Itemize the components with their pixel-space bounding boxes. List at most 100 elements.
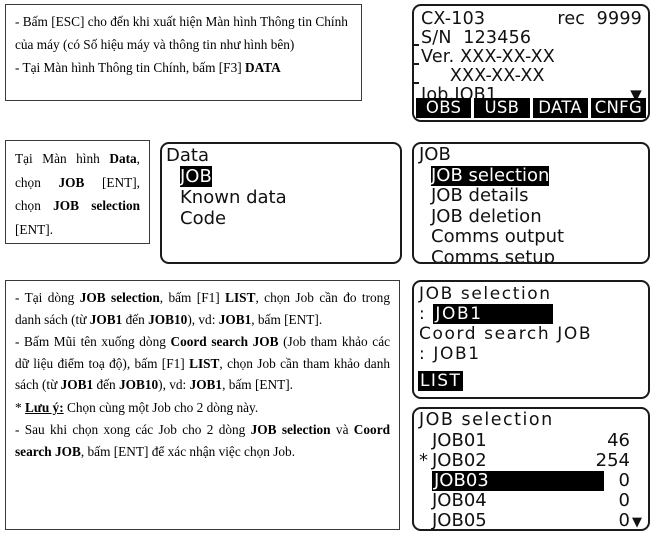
job-point-count: 254 (595, 450, 630, 471)
lcd-screen-main-info: CX-103 rec 9999 S/N 123456 Ver. XXX-XX-X… (412, 4, 650, 122)
job-menu-item-job-selection-label: JOB selection (431, 164, 550, 186)
instr2-menu-job: JOB (58, 174, 85, 190)
job-list-row[interactable]: JOB01 46 (419, 431, 648, 451)
job-menu-item-job-deletion-label: JOB deletion (431, 205, 542, 227)
function-key-bar: OBS USB DATA CNFG (414, 98, 648, 120)
data-menu-item-code[interactable]: Code (166, 208, 400, 229)
lcd-job-menu-content: JOB JOB selection JOB details JOB deleti… (414, 144, 648, 262)
instr3-p2-frag-g: đến (93, 377, 119, 393)
job-active-marker: * (419, 450, 428, 471)
main-info-row-model: CX-103 rec 9999 (421, 10, 642, 29)
instr2-screen-name: Data (109, 151, 137, 166)
scroll-down-icon: ▼ (632, 515, 642, 530)
instr2-frag-a: Tại Màn hình (15, 151, 110, 166)
coord-search-job-field-prefix: : (419, 344, 427, 364)
job-menu-item-comms-output-label: Comms output (431, 226, 565, 247)
job-menu-title: JOB (419, 144, 451, 165)
instr3-p1-frag-k: , bấm [ENT]. (251, 311, 323, 327)
data-menu-title: Data (166, 145, 209, 166)
serial-number-label: S/N (421, 28, 452, 48)
coord-search-job-label: Coord search JOB (419, 324, 593, 344)
instr3-p1-job1: JOB1 (89, 311, 123, 327)
main-info-row-version1: Ver. XXX-XX-XX (421, 48, 642, 67)
data-menu-item-job[interactable]: JOB (166, 166, 400, 187)
instruction-box-step2: Tại Màn hình Data, chọn JOB [ENT], chọn … (5, 140, 150, 244)
instr3-p2-list: LIST (189, 355, 220, 371)
instruction-box-step3: - Tại dòng JOB selection, bấm [F1] LIST,… (5, 280, 400, 530)
lcd-screen-job-menu: JOB JOB selection JOB details JOB deleti… (412, 142, 650, 264)
rec-label: rec (557, 9, 586, 29)
job-point-count: 46 (607, 430, 630, 451)
instr3-p1-frag-g: đến (122, 311, 149, 327)
instr3-p2-job10: JOB10 (118, 377, 159, 393)
job-menu-item-job-selection[interactable]: JOB selection (419, 164, 648, 186)
job-name-wrap: JOB04 (432, 491, 487, 511)
lcd-screen-job-selection-list: JOB selection JOB01 46 * JOB02 254 JOB03… (412, 407, 650, 531)
lcd-data-menu-content: Data JOB Known data Code (162, 144, 400, 262)
main-info-row-version2: XXX-XX-XX (421, 67, 642, 86)
instr2-frag-g: [ENT]. (15, 221, 54, 237)
lcd-screen-data-menu: Data JOB Known data Code (160, 142, 402, 264)
job-name: JOB05 (432, 510, 487, 531)
instr3-p1-job1-example: JOB1 (218, 311, 252, 327)
lcd-screen-job-selection-detail: JOB selection : JOB1 Coord search JOB : … (412, 280, 650, 399)
version-value-2: XXX-XX-XX (449, 66, 545, 86)
job-name: JOB03 (434, 470, 489, 491)
lcd-job-selection-list-content: JOB selection JOB01 46 * JOB02 254 JOB03… (414, 409, 648, 529)
data-menu-item-job-label: JOB (180, 166, 212, 187)
job-name-wrap: JOB02 (432, 451, 487, 471)
fkey-data-button[interactable]: DATA (532, 98, 588, 118)
instruction-step3-para4: - Sau khi chọn xong các Job cho 2 dòng J… (15, 419, 390, 462)
version-label: Ver. (421, 47, 455, 67)
fkey-cnfg-button[interactable]: CNFG (590, 98, 646, 118)
version-value-1: XXX-XX-XX (460, 47, 555, 67)
job-list-row[interactable]: JOB03 0 (419, 471, 648, 491)
main-info-row-serial: S/N 123456 (421, 29, 642, 48)
job-name: JOB01 (432, 430, 487, 451)
fkey-obs-button[interactable]: OBS (416, 98, 472, 118)
instr3-p1-job10: JOB10 (148, 311, 188, 327)
instr3-p1-list: LIST (225, 290, 256, 305)
job-list-row[interactable]: JOB04 0 (419, 491, 648, 511)
instr3-p4-frag-e: , bấm [ENT] để xác nhận việc chọn Job. (80, 443, 296, 459)
instruction-step3-para2: - Bấm Mũi tên xuống dòng Coord search JO… (15, 331, 390, 396)
instr3-p4-frag-a: - Sau khi chọn xong các Job cho 2 dòng (15, 422, 251, 438)
data-menu-item-known-data[interactable]: Known data (166, 187, 400, 208)
instr3-p1-frag-c: , bấm [F1] (159, 290, 226, 305)
job-name-wrap: JOB03 (432, 471, 604, 491)
instr3-note-label: Lưu ý: (24, 399, 64, 415)
rec-value: 9999 (596, 9, 642, 29)
instruction-step1-line2: - Tại Màn hình Thông tin Chính, bấm [F3]… (15, 57, 352, 80)
job-list-row[interactable]: JOB05 0 ▼ (419, 510, 648, 531)
fkey-list-button[interactable]: LIST (418, 371, 464, 391)
instruction-step1-line2-text: - Tại Màn hình Thông tin Chính, bấm [F3] (15, 60, 245, 76)
fkey-usb-button[interactable]: USB (474, 98, 530, 118)
job-menu-item-job-deletion[interactable]: JOB deletion (419, 205, 648, 228)
coord-search-job-field-value: JOB1 (433, 344, 481, 364)
instruction-step3-note: * Lưu ý: Chọn cùng một Job cho 2 dòng nà… (15, 397, 390, 419)
job-point-count: 0 (618, 470, 630, 491)
job-menu-item-job-details[interactable]: JOB details (419, 185, 648, 207)
job-point-count: 0 (618, 510, 630, 531)
job-name-wrap: JOB05 (432, 510, 487, 531)
job-menu-item-job-details-label: JOB details (431, 185, 529, 206)
instr3-p2-job1: JOB1 (60, 377, 94, 393)
job-list-row[interactable]: * JOB02 254 (419, 451, 648, 471)
job-selection-field-prefix: : (419, 304, 427, 324)
data-menu-item-known-data-label: Known data (180, 187, 287, 208)
job-menu-item-comms-output[interactable]: Comms output (419, 226, 648, 248)
list-softkey-container: LIST (418, 371, 464, 391)
job-selection-field-row[interactable]: : JOB1 (419, 304, 648, 324)
instr3-p1-jobselection: JOB selection (79, 290, 160, 305)
instr3-p2-frag-a: - Bấm Mũi tên xuống dòng (15, 334, 171, 350)
instr3-p1-frag-i: ), vd: (187, 311, 219, 327)
instruction-step1-line1: - Bấm [ESC] cho đến khi xuất hiện Màn hì… (15, 14, 348, 52)
job-menu-item-comms-setup-label: Comms setup (431, 246, 556, 264)
data-key-emphasis: DATA (244, 60, 281, 76)
job-selection-list-title: JOB selection (419, 410, 554, 430)
coord-search-job-field-row[interactable]: : JOB1 (419, 344, 648, 364)
job-menu-item-comms-setup[interactable]: Comms setup (419, 246, 648, 264)
job-name-wrap: JOB01 (432, 431, 487, 451)
instr3-p1-frag-a: - Tại dòng (15, 290, 80, 305)
instruction-step2-text: Tại Màn hình Data, chọn JOB [ENT], chọn … (15, 147, 140, 242)
